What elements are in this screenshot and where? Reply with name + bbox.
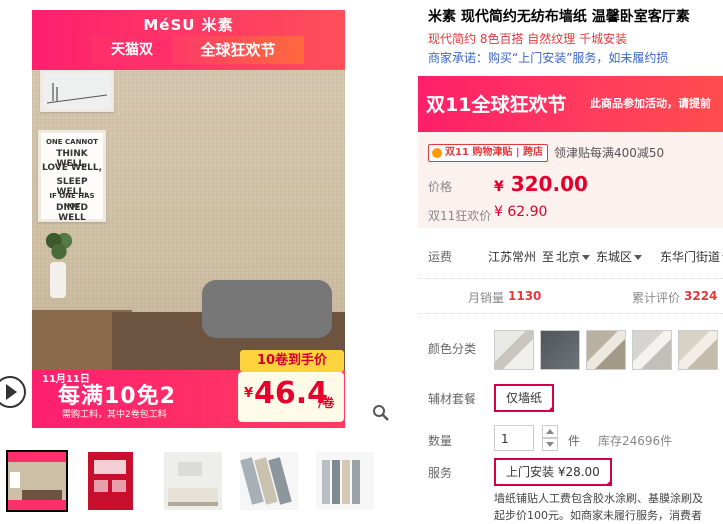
quote-line: DINED WELL xyxy=(56,203,88,223)
price-value: 320.00 xyxy=(510,172,588,196)
promo-price-box: ¥ 46.4 /卷 xyxy=(238,372,344,422)
thumbnail-4[interactable] xyxy=(240,452,298,510)
monthly-sales-value: 1130 xyxy=(508,289,542,303)
destination-district-select[interactable]: 东城区 xyxy=(596,248,646,265)
promo-price-tag: 10卷到手价 xyxy=(240,350,344,372)
shipping-origin: 江苏常州 xyxy=(488,250,537,264)
accessory-label: 辅材套餐 xyxy=(428,392,477,406)
service-option-installation[interactable]: 上门安装 ¥28.00 xyxy=(494,458,612,486)
service-description: 墙纸铺贴人工费包含胶水涂刷、基膜涂刷及 起步价100元。如商家未履行服务，消费者 xyxy=(494,490,723,524)
vase-decoration xyxy=(50,262,66,298)
destination-city: 北京 xyxy=(556,250,581,264)
event-title: 双11全球狂欢节 xyxy=(426,94,567,116)
promo-headline: 每满10免2 xyxy=(58,384,176,409)
color-swatch-5[interactable] xyxy=(678,330,718,370)
price-label: 价格 xyxy=(428,180,453,194)
grey-pillow xyxy=(202,280,332,338)
color-swatch-4[interactable] xyxy=(632,330,672,370)
wall-quote-frame: ONE CANNOT THINK WELL, LOVE WELL, SLEEP … xyxy=(38,130,106,223)
wall-picture-frame xyxy=(40,70,114,112)
monthly-sales-label: 月销量 xyxy=(468,291,505,305)
thumbnail-5[interactable] xyxy=(316,452,374,510)
shipping-to-prefix: 至 xyxy=(542,250,555,264)
price-panel: 双11 购物津贴 | 跨店 领津贴每满400减50 价格 ¥ 320.00 双1… xyxy=(418,132,723,228)
shopping-allowance-badge: 双11 购物津贴 | 跨店 xyxy=(428,144,549,162)
destination-street-select[interactable]: 东华门街道 xyxy=(660,248,723,265)
review-count-label[interactable]: 累计评价 xyxy=(632,289,680,306)
service-label: 服务 xyxy=(428,466,453,480)
plant-decoration xyxy=(46,230,72,266)
promo-price: ¥ 62.90 xyxy=(494,204,548,220)
color-label: 颜色分类 xyxy=(428,342,477,356)
play-video-button[interactable] xyxy=(0,376,26,408)
original-price: ¥ 320.00 xyxy=(494,172,588,196)
quantity-label: 数量 xyxy=(428,434,453,448)
destination-city-select[interactable]: 北京 xyxy=(556,248,594,265)
product-subtitle: 现代简约 8色百搭 自然纹理 千城安装 xyxy=(428,32,628,46)
price-currency: ¥ xyxy=(494,179,504,195)
thumbnail-2[interactable] xyxy=(88,452,146,510)
quantity-input[interactable]: 1 xyxy=(494,425,534,451)
chevron-down-icon xyxy=(634,255,643,260)
quote-line: ONE CANNOT xyxy=(45,138,99,146)
destination-district: 东城区 xyxy=(596,250,633,264)
color-swatch-3[interactable] xyxy=(586,330,626,370)
quantity-increase-button[interactable] xyxy=(542,425,558,438)
brand-logo: MéSU 米素 xyxy=(143,16,234,34)
thumbnail-1[interactable] xyxy=(6,450,68,512)
description-line: 起步价100元。如商家未履行服务，消费者 xyxy=(494,509,702,522)
color-swatch-1[interactable] xyxy=(494,330,534,370)
promo-price-value: 46.4 xyxy=(254,376,329,411)
promo-price-label: 双11狂欢价 xyxy=(428,209,492,223)
product-title: 米素 现代简约无纺布墙纸 温馨卧室客厅素 xyxy=(428,9,690,25)
merchant-promise-link[interactable]: 商家承诺：购买“上门安装”服务，如未履约损 xyxy=(428,49,668,66)
zoom-icon[interactable] xyxy=(372,404,390,422)
double11-event-banner[interactable]: 双11全球狂欢节 此商品参加活动，请提前 xyxy=(418,76,723,132)
event-subtitle: 此商品参加活动，请提前 xyxy=(590,97,711,110)
promo-price-unit: /卷 xyxy=(318,396,335,410)
stock-count: 库存24696件 xyxy=(598,434,673,448)
main-product-image[interactable]: MéSU 米素 天猫双 全球狂欢节 ONE CANNOT THINK WELL,… xyxy=(32,10,345,428)
thumbnail-3[interactable] xyxy=(164,452,222,510)
sales-stats: 月销量 1130 累计评价 3224 xyxy=(418,278,723,314)
description-line: 墙纸铺贴人工费包含胶水涂刷、基膜涂刷及 xyxy=(494,492,703,505)
review-count-value[interactable]: 3224 xyxy=(684,289,717,303)
quote-line: LOVE WELL, xyxy=(41,163,103,173)
promo-currency: ¥ xyxy=(244,386,254,401)
color-swatch-2[interactable] xyxy=(540,330,580,370)
quantity-unit: 件 xyxy=(568,434,581,448)
tmall-label: 天猫双 xyxy=(92,36,172,64)
chevron-down-icon xyxy=(582,255,591,260)
shipping-label: 运费 xyxy=(428,250,453,264)
tmall-double11-banner: 天猫双 全球狂欢节 xyxy=(92,36,304,64)
quantity-decrease-button[interactable] xyxy=(542,438,558,451)
festival-label: 全球狂欢节 xyxy=(172,36,304,64)
promo-subline: 需购工料，其中2卷包工料 xyxy=(62,410,167,420)
accessory-option-wallpaper-only[interactable]: 仅墙纸 xyxy=(494,384,555,412)
allowance-text[interactable]: 领津贴每满400减50 xyxy=(554,144,664,161)
destination-street: 东华门街道 xyxy=(660,250,721,264)
